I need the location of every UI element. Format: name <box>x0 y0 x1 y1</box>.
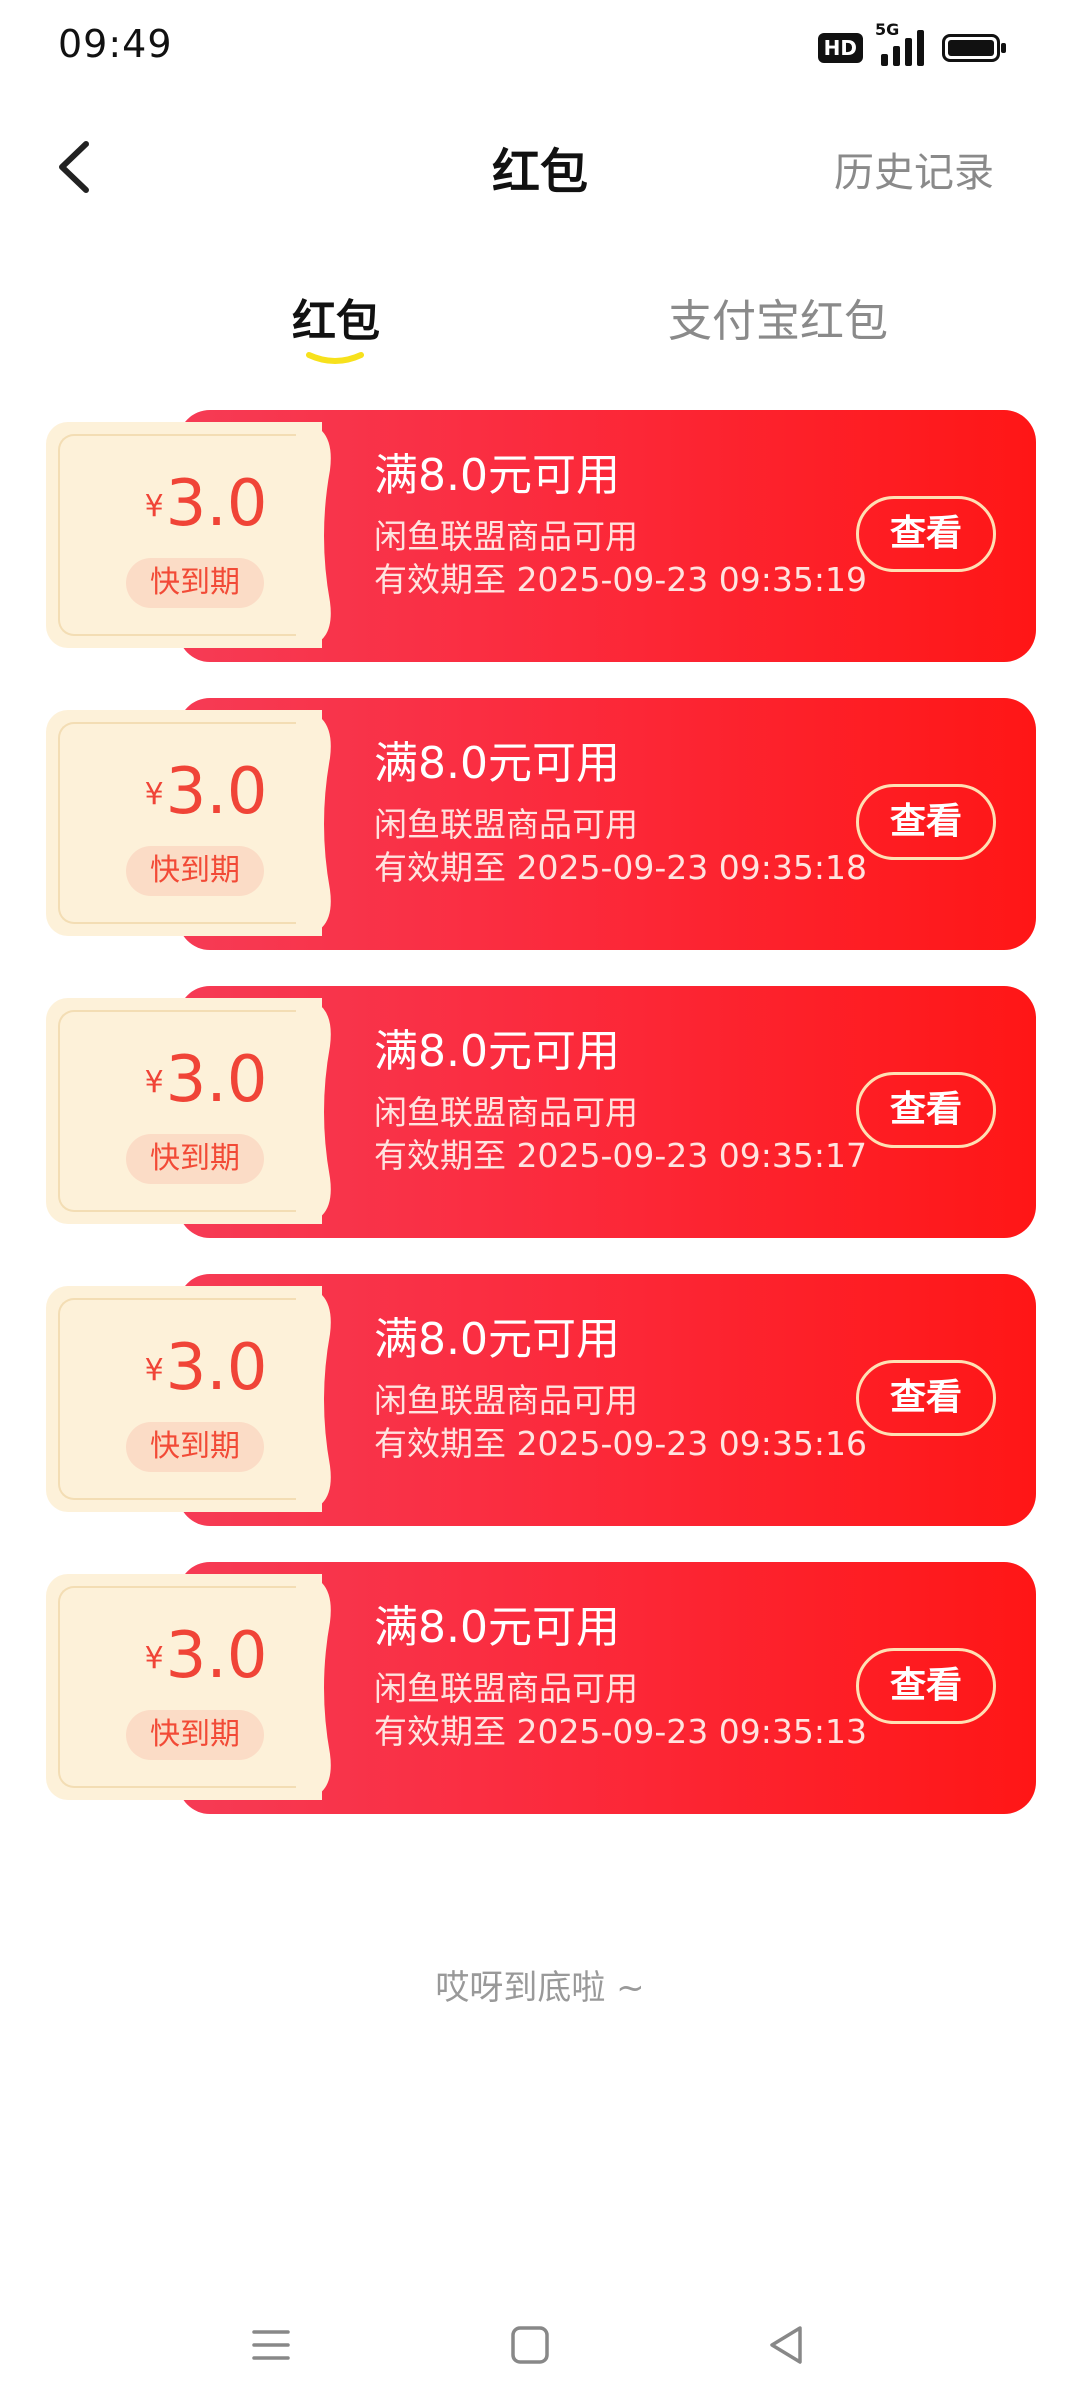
menu-icon[interactable] <box>246 2320 296 2370</box>
coupon-amount: ¥3.0 <box>144 467 268 541</box>
tab-active-indicator <box>306 352 364 364</box>
coupon-amount: ¥3.0 <box>144 1331 268 1405</box>
coupon-card[interactable]: ¥3.0 快到期 满8.0元可用 闲鱼联盟商品可用 有效期至 2025-09-2… <box>46 986 1036 1238</box>
coupon-scope: 闲鱼联盟商品可用 <box>374 805 638 844</box>
expiring-badge: 快到期 <box>126 1134 264 1184</box>
coupon-expiry: 有效期至 2025-09-23 09:35:17 <box>374 1136 867 1175</box>
view-button[interactable]: 查看 <box>856 784 996 860</box>
coupon-scope: 闲鱼联盟商品可用 <box>374 1381 638 1420</box>
tab-bar: 红包 支付宝红包 <box>0 285 1080 375</box>
view-button[interactable]: 查看 <box>856 1648 996 1724</box>
status-time: 09:49 <box>58 22 173 66</box>
signal-icon: 5G <box>875 20 924 66</box>
expiring-badge: 快到期 <box>126 1422 264 1472</box>
battery-icon <box>942 34 1006 62</box>
tab-alipay-red-packet[interactable]: 支付宝红包 <box>668 285 888 349</box>
status-bar: 09:49 HD 5G <box>0 0 1080 96</box>
coupon-scope: 闲鱼联盟商品可用 <box>374 1093 638 1132</box>
coupon-scope: 闲鱼联盟商品可用 <box>374 517 638 556</box>
coupon-expiry: 有效期至 2025-09-23 09:35:19 <box>374 560 867 599</box>
view-button[interactable]: 查看 <box>856 1072 996 1148</box>
coupon-amount: ¥3.0 <box>144 1619 268 1693</box>
expiring-badge: 快到期 <box>126 558 264 608</box>
system-nav-bar <box>0 2300 1080 2380</box>
coupon-expiry: 有效期至 2025-09-23 09:35:16 <box>374 1424 867 1463</box>
end-of-list-note: 哎呀到底啦 ~ <box>435 1968 645 2008</box>
coupon-card[interactable]: ¥3.0 快到期 满8.0元可用 闲鱼联盟商品可用 有效期至 2025-09-2… <box>46 410 1036 662</box>
coupon-condition: 满8.0元可用 <box>374 1026 620 1077</box>
coupon-amount: ¥3.0 <box>144 755 268 829</box>
view-button[interactable]: 查看 <box>856 496 996 572</box>
coupon-info: 满8.0元可用 闲鱼联盟商品可用 有效期至 2025-09-23 09:35:1… <box>374 738 867 890</box>
hd-icon: HD <box>817 33 863 63</box>
network-type: 5G <box>875 20 900 39</box>
coupon-info: 满8.0元可用 闲鱼联盟商品可用 有效期至 2025-09-23 09:35:1… <box>374 450 867 602</box>
header: 红包 历史记录 <box>0 120 1080 210</box>
coupon-list: ¥3.0 快到期 满8.0元可用 闲鱼联盟商品可用 有效期至 2025-09-2… <box>46 410 1036 1850</box>
tab-red-packet[interactable]: 红包 <box>292 285 380 349</box>
coupon-condition: 满8.0元可用 <box>374 450 620 501</box>
history-link[interactable]: 历史记录 <box>834 140 994 198</box>
view-button[interactable]: 查看 <box>856 1360 996 1436</box>
back-triangle-icon[interactable] <box>762 2320 812 2370</box>
coupon-info: 满8.0元可用 闲鱼联盟商品可用 有效期至 2025-09-23 09:35:1… <box>374 1602 867 1754</box>
coupon-scope: 闲鱼联盟商品可用 <box>374 1669 638 1708</box>
coupon-card[interactable]: ¥3.0 快到期 满8.0元可用 闲鱼联盟商品可用 有效期至 2025-09-2… <box>46 698 1036 950</box>
coupon-condition: 满8.0元可用 <box>374 1602 620 1653</box>
coupon-info: 满8.0元可用 闲鱼联盟商品可用 有效期至 2025-09-23 09:35:1… <box>374 1026 867 1178</box>
coupon-amount: ¥3.0 <box>144 1043 268 1117</box>
coupon-card[interactable]: ¥3.0 快到期 满8.0元可用 闲鱼联盟商品可用 有效期至 2025-09-2… <box>46 1562 1036 1814</box>
expiring-badge: 快到期 <box>126 846 264 896</box>
coupon-expiry: 有效期至 2025-09-23 09:35:18 <box>374 848 867 887</box>
status-icons: HD 5G <box>817 20 1006 68</box>
coupon-expiry: 有效期至 2025-09-23 09:35:13 <box>374 1712 867 1751</box>
coupon-condition: 满8.0元可用 <box>374 1314 620 1365</box>
coupon-card[interactable]: ¥3.0 快到期 满8.0元可用 闲鱼联盟商品可用 有效期至 2025-09-2… <box>46 1274 1036 1526</box>
coupon-info: 满8.0元可用 闲鱼联盟商品可用 有效期至 2025-09-23 09:35:1… <box>374 1314 867 1466</box>
coupon-condition: 满8.0元可用 <box>374 738 620 789</box>
home-square-icon[interactable] <box>505 2320 555 2370</box>
expiring-badge: 快到期 <box>126 1710 264 1760</box>
